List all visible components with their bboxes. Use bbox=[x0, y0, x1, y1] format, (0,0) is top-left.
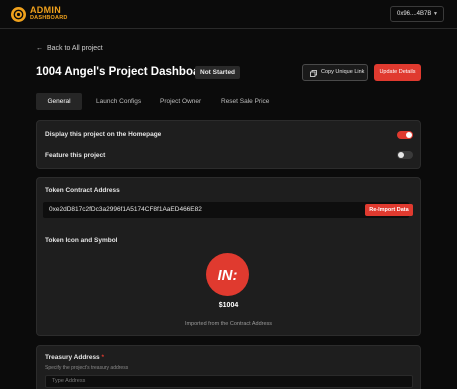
treasury-address-input[interactable]: Type Address bbox=[45, 375, 413, 388]
chevron-down-icon: ▼ bbox=[433, 11, 438, 17]
logo-subtitle: DASHBOARD bbox=[30, 15, 68, 21]
token-import-note: Imported from the Contract Address bbox=[184, 321, 273, 327]
page-title: 1004 Angel's Project Dashboard bbox=[36, 66, 211, 78]
update-details-button[interactable]: Update Details bbox=[374, 64, 421, 81]
token-panel: Token Contract Address 0xe2dD817c2fDc3a2… bbox=[36, 177, 421, 336]
copy-link-label: Copy Unique Link bbox=[321, 69, 365, 75]
treasury-label-text: Treasury Address bbox=[45, 354, 100, 361]
tab-project-owner[interactable]: Project Owner bbox=[160, 93, 201, 110]
token-symbol: $1004 bbox=[218, 302, 239, 309]
required-mark: * bbox=[101, 354, 105, 361]
back-link[interactable]: ← Back to All project bbox=[36, 45, 103, 52]
status-badge: Not Started bbox=[195, 66, 241, 79]
wallet-dropdown[interactable]: 0x96....4B7B ▼ bbox=[390, 6, 444, 22]
back-link-label: Back to All project bbox=[47, 45, 103, 52]
logo-icon bbox=[11, 7, 26, 22]
logo-title: ADMIN bbox=[30, 5, 61, 15]
display-homepage-toggle[interactable] bbox=[397, 131, 413, 139]
copy-icon bbox=[310, 69, 317, 84]
tab-reset-sale-price[interactable]: Reset Sale Price bbox=[221, 93, 269, 110]
feature-project-toggle[interactable] bbox=[397, 151, 413, 159]
tab-general[interactable]: General bbox=[36, 93, 82, 110]
wallet-address: 0x96....4B7B bbox=[397, 11, 432, 17]
contract-address-value: 0xe2dD817c2fDc3a2996f1A5174CF8f1AaED466E… bbox=[49, 206, 202, 213]
token-icon-label: Token Icon and Symbol bbox=[45, 237, 118, 244]
feature-project-label: Feature this project bbox=[45, 152, 106, 159]
contract-address-field[interactable]: 0xe2dD817c2fDc3a2996f1A5174CF8f1AaED466E… bbox=[43, 202, 413, 218]
token-logo-icon: IN: bbox=[206, 253, 249, 296]
token-logo-text: IN: bbox=[218, 267, 238, 284]
settings-panel: Display this project on the Homepage Fea… bbox=[36, 120, 421, 169]
arrow-left-icon: ← bbox=[36, 45, 43, 52]
display-homepage-label: Display this project on the Homepage bbox=[45, 131, 162, 138]
contract-address-label: Token Contract Address bbox=[45, 187, 120, 194]
treasury-address-label: Treasury Address * bbox=[45, 354, 104, 361]
top-bar: ADMIN DASHBOARD 0x96....4B7B ▼ bbox=[0, 0, 457, 29]
copy-link-button[interactable]: Copy Unique Link bbox=[302, 64, 368, 81]
reimport-data-button[interactable]: Re-Import Data bbox=[365, 204, 413, 216]
treasury-panel: Treasury Address * Specify the project's… bbox=[36, 345, 421, 389]
treasury-hint: Specify the project's treasury address bbox=[45, 365, 129, 371]
tab-launch-configs[interactable]: Launch Configs bbox=[96, 93, 141, 110]
